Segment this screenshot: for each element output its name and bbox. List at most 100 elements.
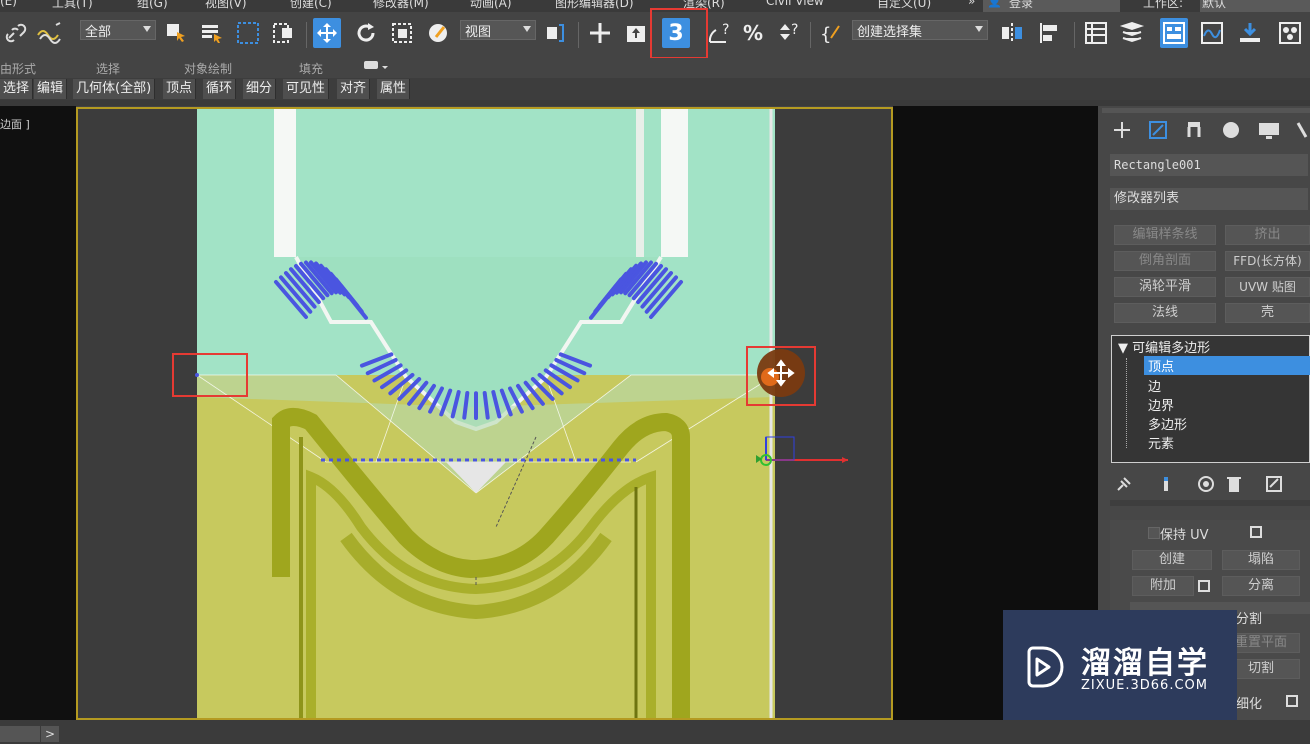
rotate-icon[interactable] [352,18,380,48]
menu-overflow[interactable]: » [968,0,975,8]
stack-item-vertex[interactable]: 顶点 [1144,356,1310,375]
split-label[interactable]: 分割 [1236,608,1262,627]
stack-item-polygon[interactable]: 多边形 [1148,414,1187,433]
preserve-uv-settings-icon[interactable] [1250,526,1262,538]
show-end-result-icon[interactable] [1157,475,1175,497]
schematic-view-icon[interactable] [1236,18,1264,48]
stack-item-border[interactable]: 边界 [1148,395,1174,414]
viewport-scene[interactable] [76,107,893,720]
rect-selection-region-icon[interactable] [234,18,262,48]
modifier-edit-spline-button[interactable]: 编辑样条线 [1114,225,1216,245]
create-button[interactable]: 创建 [1132,550,1212,570]
workspace-dropdown[interactable]: 默认 [1200,0,1310,12]
ribbon-button-geometry-all[interactable]: 几何体(全部) [73,79,156,99]
ribbon-options-icon[interactable] [362,58,390,77]
time-slider-track[interactable] [0,726,40,742]
material-editor-icon[interactable] [1276,18,1304,48]
pivot-center-icon[interactable] [542,18,570,48]
hierarchy-tab-icon[interactable] [1184,120,1204,144]
menu-item-civil-view[interactable]: Civil View [766,0,824,8]
ribbon-button-edit[interactable]: 编辑 [34,79,68,99]
window-crossing-icon[interactable] [270,18,298,48]
menu-item-group[interactable]: 组(G) [137,0,168,11]
ribbon-tab-populate[interactable]: 填充 [299,60,323,77]
align-icon[interactable] [1036,18,1064,48]
bind-spacewarp-icon[interactable] [36,18,64,48]
select-by-name-icon[interactable] [198,18,226,48]
stack-root-editable-poly[interactable]: ▼ 可编辑多边形 [1118,337,1210,356]
scale-icon[interactable] [388,18,416,48]
next-frame-icon[interactable]: > [41,726,59,742]
ribbon-tab-selection[interactable]: 选择 [96,60,120,77]
remove-modifier-icon[interactable] [1226,475,1242,497]
menu-item-views[interactable]: 视图(V) [205,0,247,11]
ribbon-button-subdivision[interactable]: 细分 [243,79,277,99]
pin-stack-icon[interactable] [1115,475,1133,497]
modifier-extrude-button[interactable]: 挤出 [1225,225,1310,245]
place-icon[interactable] [424,18,452,48]
modifier-shell-button[interactable]: 壳 [1225,303,1310,323]
move-icon[interactable] [313,18,341,48]
curve-editor-icon[interactable] [1198,18,1226,48]
menu-item-edit[interactable]: (E) [0,0,17,8]
keyboard-shortcut-override-icon[interactable] [622,18,650,48]
edit-named-selection-icon[interactable]: { [818,18,846,48]
collapse-button[interactable]: 塌陷 [1222,550,1300,570]
modifier-bevel-profile-button[interactable]: 倒角剖面 [1114,251,1216,271]
ribbon-button-properties[interactable]: 属性 [377,79,411,99]
modifier-stack[interactable]: ▼ 可编辑多边形 顶点 边 边界 多边形 元素 [1111,335,1310,463]
ribbon-button-select[interactable]: 选择 [0,79,34,99]
preserve-uv-checkbox[interactable] [1148,527,1160,539]
link-icon[interactable] [2,18,30,48]
utilities-tab-icon[interactable] [1294,120,1310,144]
ribbon-button-loops[interactable]: 循环 [203,79,237,99]
select-object-icon[interactable] [162,18,190,48]
tessellate-settings-icon[interactable] [1286,695,1298,707]
toggle-ribbon-icon[interactable] [1160,18,1188,48]
menu-item-modifiers[interactable]: 修改器(M) [373,0,429,11]
ribbon-button-vertices[interactable]: 顶点 [163,79,197,99]
make-unique-icon[interactable] [1196,475,1216,497]
menu-item-graph-editors[interactable]: 图形编辑器(D) [555,0,634,11]
menu-item-customize[interactable]: 自定义(U) [877,0,931,11]
menu-item-create[interactable]: 创建(C) [290,0,332,11]
reference-coordinate-dropdown[interactable]: 视图 [460,20,536,40]
display-tab-icon[interactable] [1258,120,1280,144]
selection-filter-dropdown[interactable]: 全部 [80,20,156,40]
active-viewport[interactable] [76,107,893,720]
expand-triangle-icon[interactable]: ▼ [1118,341,1132,356]
menu-item-tools[interactable]: 工具(T) [52,0,93,11]
select-manipulate-icon[interactable] [586,18,614,48]
ribbon-tab-freeform[interactable]: 由形式 [0,60,36,77]
modifier-list-dropdown[interactable]: 修改器列表 [1110,188,1308,210]
toggle-layer-explorer-icon[interactable] [1118,18,1146,48]
stack-tree-line [1126,358,1137,448]
ribbon-tab-object-paint[interactable]: 对象绘制 [184,60,232,77]
attach-button[interactable]: 附加 [1132,576,1194,596]
percent-snap-icon[interactable]: % [740,18,768,48]
stack-item-edge[interactable]: 边 [1148,376,1161,395]
viewport-label[interactable]: 边面 ] [0,116,30,132]
attach-list-icon[interactable] [1198,580,1210,592]
angle-snap-icon[interactable]: ? [706,18,734,48]
modifier-normal-button[interactable]: 法线 [1114,303,1216,323]
modifier-uvw-map-button[interactable]: UVW 贴图 [1225,277,1310,297]
modifier-turbosmooth-button[interactable]: 涡轮平滑 [1114,277,1216,297]
mirror-icon[interactable] [998,18,1026,48]
ribbon-button-align[interactable]: 对齐 [337,79,371,99]
tessellate-label[interactable]: 细化 [1236,693,1262,712]
modify-tab-icon[interactable] [1148,120,1168,144]
object-name-field[interactable]: Rectangle001 [1110,154,1308,176]
menu-item-animation[interactable]: 动画(A) [470,0,512,11]
detach-button[interactable]: 分离 [1222,576,1300,596]
create-tab-icon[interactable] [1112,120,1132,144]
spinner-snap-icon[interactable]: ? [776,18,804,48]
ribbon-button-visibility[interactable]: 可见性 [283,79,330,99]
configure-modifier-sets-icon[interactable] [1265,475,1283,497]
login-dropdown[interactable]: 👤 登录 [983,0,1120,12]
toggle-scene-explorer-icon[interactable] [1082,18,1110,48]
named-selection-set-dropdown[interactable]: 创建选择集 [852,20,988,40]
motion-tab-icon[interactable] [1220,120,1240,144]
modifier-ffd-box-button[interactable]: FFD(长方体) [1225,251,1310,271]
stack-item-element[interactable]: 元素 [1148,433,1174,452]
